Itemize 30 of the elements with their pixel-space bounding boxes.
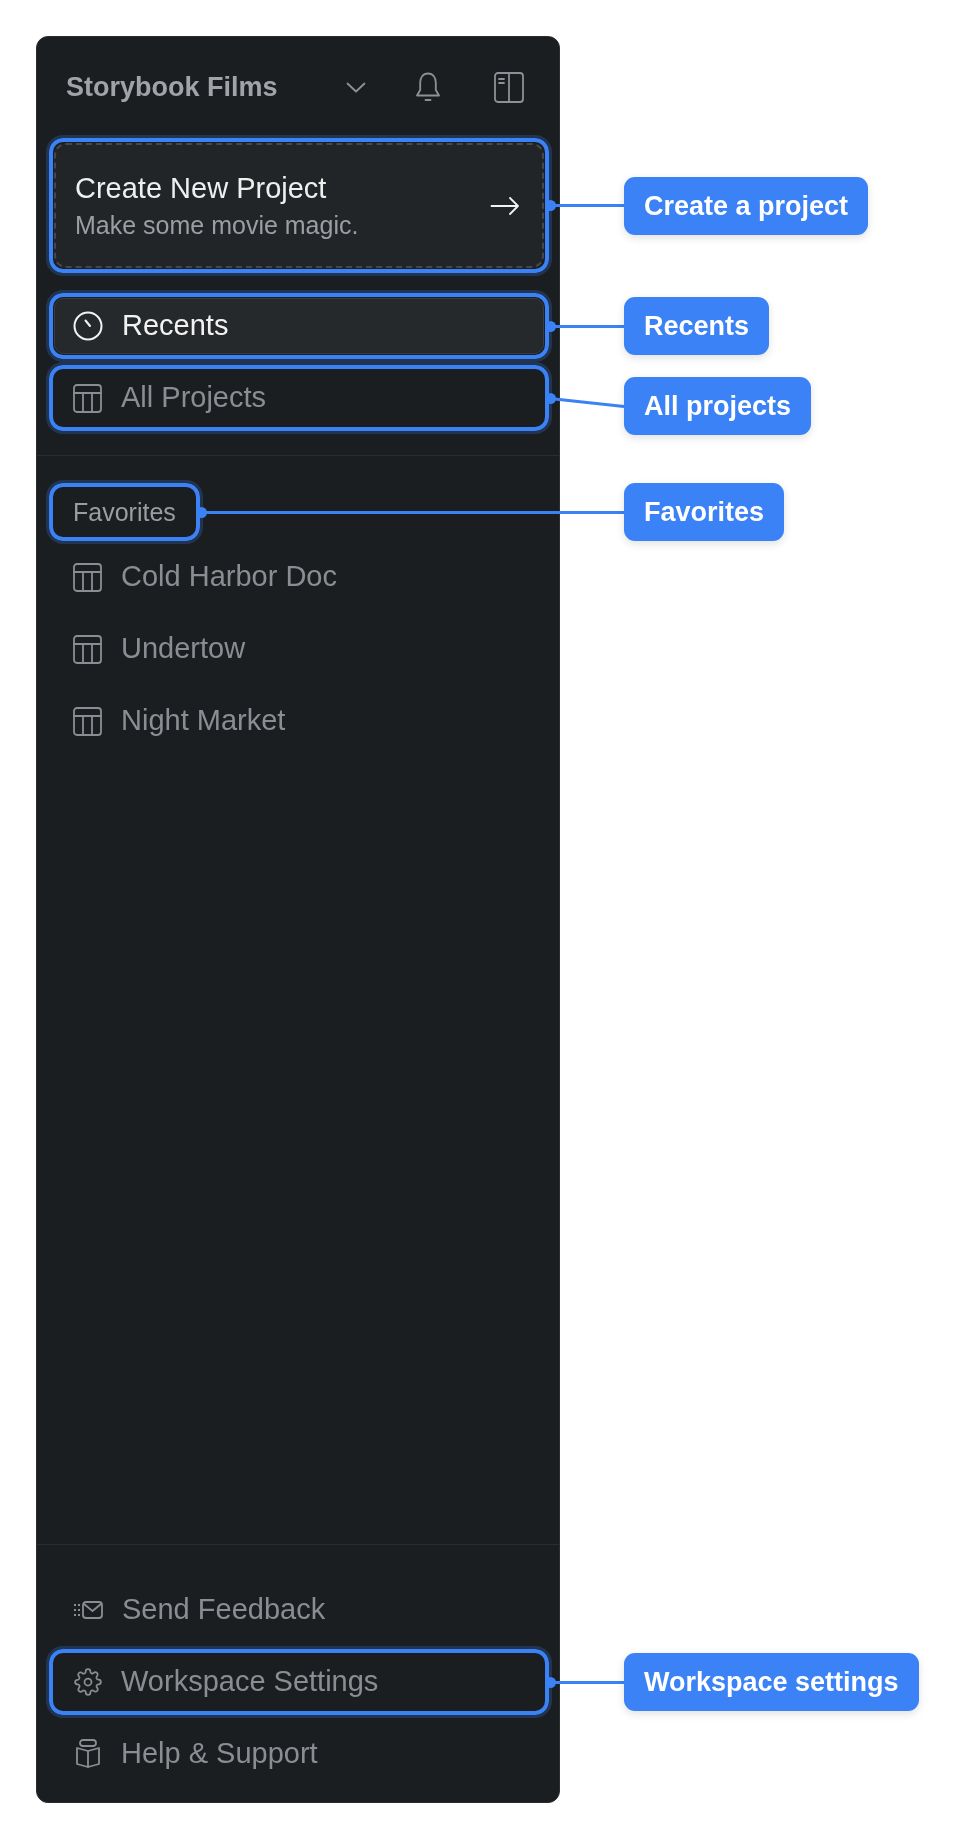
bell-icon[interactable] bbox=[414, 71, 442, 103]
book-icon bbox=[74, 1739, 101, 1769]
card-title: Create New Project bbox=[75, 170, 328, 206]
chevron-down-icon[interactable] bbox=[346, 81, 366, 93]
settings-gear-icon bbox=[73, 1668, 102, 1696]
favorite-project-item[interactable]: Night Market bbox=[54, 693, 544, 749]
clock-icon bbox=[73, 311, 103, 341]
nav-item[interactable]: Recents bbox=[54, 298, 544, 354]
menu-item[interactable]: Send Feedback bbox=[54, 1582, 544, 1638]
callout-label: All projects bbox=[624, 377, 812, 435]
menu-item[interactable]: Help & Support bbox=[54, 1726, 544, 1782]
callout-label: Recents bbox=[624, 297, 770, 355]
favorite-project-item[interactable]: Undertow bbox=[54, 621, 544, 677]
callout-label: Workspace settings bbox=[624, 1653, 919, 1711]
nav-item[interactable]: All Projects bbox=[54, 370, 544, 426]
favorite-project-item[interactable]: Cold Harbor Doc bbox=[54, 549, 544, 605]
arrow-right-icon bbox=[490, 195, 520, 216]
table-icon bbox=[73, 706, 102, 736]
menu-item[interactable]: Workspace Settings bbox=[54, 1654, 544, 1710]
envelope-icon bbox=[73, 1600, 103, 1620]
workspace-name[interactable]: Storybook Films bbox=[66, 66, 278, 108]
create-project-card[interactable]: Create New Project Make some movie magic. bbox=[54, 143, 544, 268]
table-icon bbox=[73, 634, 102, 664]
card-subtitle: Make some movie magic. bbox=[75, 210, 360, 241]
callout-label: Create a project bbox=[624, 176, 869, 235]
callout-label: Favorites bbox=[624, 483, 785, 541]
table-icon bbox=[73, 383, 102, 413]
table-icon bbox=[73, 562, 102, 592]
panel-layout-icon[interactable] bbox=[494, 71, 524, 103]
section-heading: Favorites bbox=[72, 497, 177, 528]
